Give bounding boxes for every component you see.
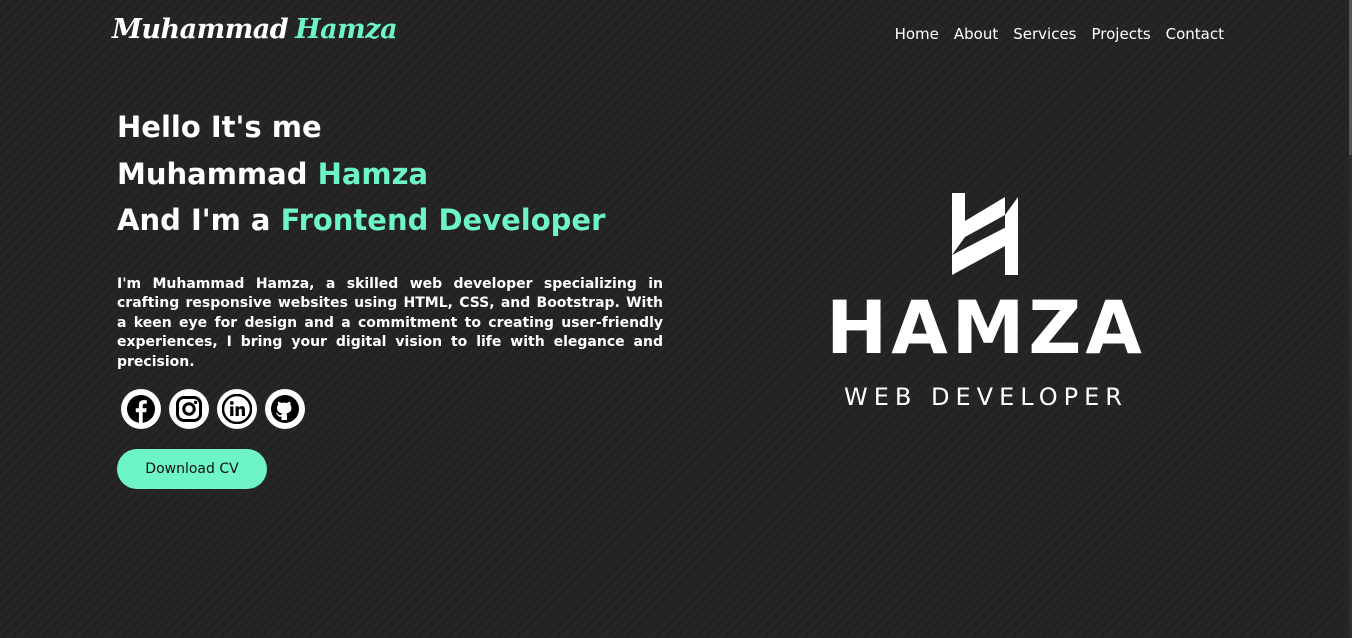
nav-services[interactable]: Services <box>1013 25 1076 43</box>
hero-role-title: Frontend Developer <box>280 203 606 237</box>
brand-logo[interactable]: Muhammad Hamza <box>112 14 398 45</box>
github-link[interactable] <box>265 389 305 430</box>
hero-role-prefix: And I'm a <box>117 203 271 237</box>
hamza-logo: HAMZA WEB DEVELOPER <box>826 193 1146 413</box>
social-links <box>121 389 663 430</box>
logo-name-text: HAMZA <box>826 286 1146 371</box>
hero-name-first: Muhammad <box>117 156 308 191</box>
hamza-monogram-icon <box>952 193 1018 275</box>
github-icon <box>271 395 299 424</box>
hero-greeting: Hello It's me <box>117 110 322 144</box>
logo-tagline: WEB DEVELOPER <box>844 383 1128 411</box>
instagram-icon <box>176 396 202 423</box>
site-header: Muhammad Hamza Home About Services Projec… <box>0 0 1349 72</box>
nav-home[interactable]: Home <box>895 25 939 43</box>
brand-last-name: Hamza <box>295 14 398 45</box>
hero-name-last: Hamza <box>317 156 429 191</box>
nav-contact[interactable]: Contact <box>1166 25 1224 43</box>
main-nav: Home About Services Projects Contact <box>895 25 1224 43</box>
hero-section: Hello It's me Muhammad Hamza And I'm a F… <box>117 104 663 430</box>
nav-about[interactable]: About <box>954 25 998 43</box>
brand-first-name: Muhammad <box>112 14 289 45</box>
nav-projects[interactable]: Projects <box>1092 25 1151 43</box>
facebook-link[interactable] <box>121 389 161 430</box>
linkedin-icon <box>222 394 252 425</box>
download-cv-button[interactable]: Download CV <box>117 449 267 489</box>
hero-role: And I'm a Frontend Developer <box>117 197 663 244</box>
linkedin-link[interactable] <box>217 389 257 430</box>
hero-bio: I'm Muhammad Hamza, a skilled web develo… <box>117 275 663 370</box>
instagram-link[interactable] <box>169 389 209 430</box>
hero-name: Muhammad Hamza <box>117 151 663 198</box>
facebook-icon <box>127 395 155 425</box>
